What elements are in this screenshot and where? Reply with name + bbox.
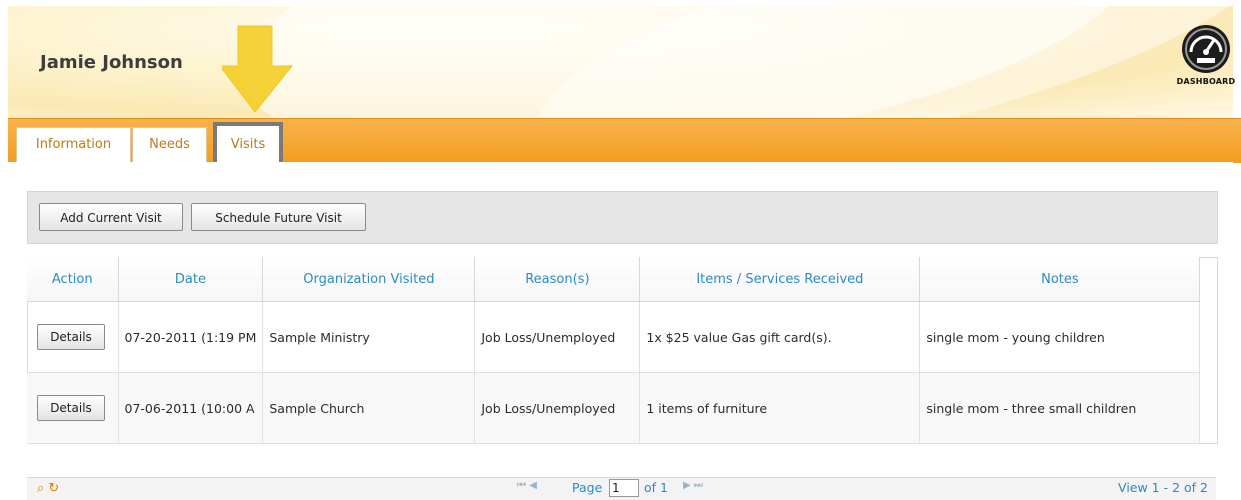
column-header-reasons[interactable]: Reason(s) — [474, 257, 641, 302]
items-cell: 1x $25 value Gas gift card(s). — [639, 301, 921, 373]
details-button[interactable]: Details — [37, 395, 105, 421]
column-header-notes[interactable]: Notes — [919, 257, 1201, 302]
organization-cell: Sample Church — [262, 372, 476, 444]
date-cell: 07-20-2011 (1:19 PM — [118, 301, 264, 373]
first-page-icon[interactable]: ⏮ — [517, 480, 526, 491]
page-header — [8, 6, 1233, 118]
action-cell: Details — [27, 372, 119, 444]
pager-tools: ⌕ ↻ — [37, 481, 59, 496]
reasons-cell: Job Loss/Unemployed — [474, 301, 641, 373]
add-current-visit-button[interactable]: Add Current Visit — [39, 203, 183, 231]
prev-page-icon[interactable]: ◀ — [529, 480, 537, 491]
dashboard-label: DASHBOARD — [1176, 77, 1236, 86]
next-page-icon[interactable]: ▶ — [683, 480, 691, 491]
organization-cell: Sample Ministry — [262, 301, 476, 373]
tab-bar: Information Needs Visits — [8, 118, 1241, 168]
page-label: Page — [572, 480, 603, 495]
pager-next-controls: ▶ ⏭ — [683, 480, 703, 491]
column-header-date[interactable]: Date — [118, 257, 264, 302]
reasons-cell: Job Loss/Unemployed — [474, 372, 641, 444]
table-row[interactable]: Details 07-06-2011 (10:00 A Sample Churc… — [27, 372, 1201, 444]
notes-cell: single mom - young children — [919, 301, 1201, 373]
column-header-items[interactable]: Items / Services Received — [639, 257, 921, 302]
items-cell: 1 items of furniture — [639, 372, 921, 444]
page-number-input[interactable] — [609, 479, 639, 497]
tab-information[interactable]: Information — [16, 127, 131, 162]
date-cell: 07-06-2011 (10:00 A — [118, 372, 264, 444]
pager-prev-controls: ⏮ ◀ — [517, 480, 537, 491]
action-cell: Details — [27, 301, 119, 373]
visits-table: Action Date Organization Visited Reason(… — [27, 257, 1201, 444]
schedule-future-visit-button[interactable]: Schedule Future Visit — [191, 203, 366, 231]
last-page-icon[interactable]: ⏭ — [694, 480, 703, 491]
speedometer-icon — [1182, 25, 1230, 73]
dashboard-button[interactable]: DASHBOARD — [1176, 24, 1236, 86]
client-name: Jamie Johnson — [40, 52, 183, 73]
search-icon[interactable]: ⌕ — [37, 481, 44, 496]
details-button[interactable]: Details — [37, 324, 105, 350]
refresh-icon[interactable]: ↻ — [48, 481, 59, 496]
column-header-action[interactable]: Action — [27, 257, 119, 302]
view-range-label: View 1 - 2 of 2 — [1118, 480, 1208, 495]
tab-needs[interactable]: Needs — [132, 127, 207, 162]
column-header-organization[interactable]: Organization Visited — [262, 257, 476, 302]
table-pager: ⌕ ↻ ⏮ ◀ Page of 1 ▶ ⏭ View 1 - 2 of 2 — [27, 477, 1216, 500]
highlight-arrow-icon — [218, 24, 294, 118]
page-count-label: of 1 — [644, 480, 668, 495]
notes-cell: single mom - three small children — [919, 372, 1201, 444]
table-row[interactable]: Details 07-20-2011 (1:19 PM Sample Minis… — [27, 301, 1201, 373]
